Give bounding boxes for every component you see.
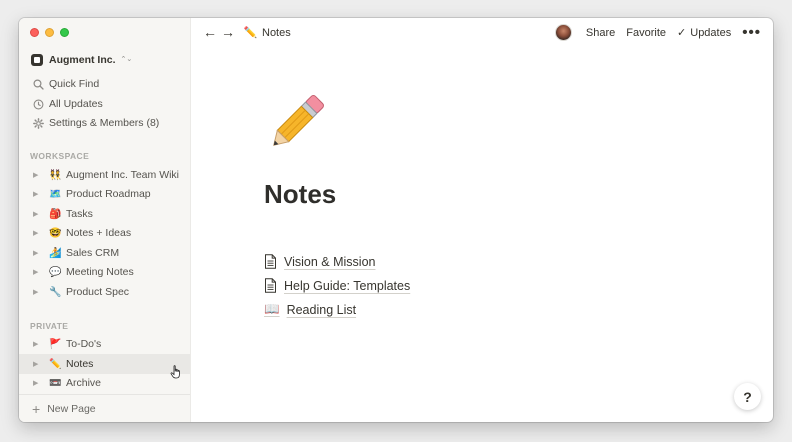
workspace-switcher[interactable]: Augment Inc. ⌃⌄ <box>31 54 132 66</box>
expand-triangle-icon[interactable]: ▶ <box>33 360 43 368</box>
child-page-label: Vision & Mission <box>284 254 376 269</box>
sidebar-page-meeting-notes[interactable]: ▶ 💬 Meeting Notes <box>19 262 190 282</box>
wrench-icon: 🔧 <box>49 286 62 298</box>
sidebar-page-notes-ideas[interactable]: ▶ 🤓 Notes + Ideas <box>19 223 190 243</box>
sidebar-page-archive[interactable]: ▶ 📼 Archive <box>19 373 190 393</box>
expand-triangle-icon[interactable]: ▶ <box>33 249 43 257</box>
pencil-icon[interactable] <box>263 92 327 156</box>
document-icon <box>265 278 276 293</box>
speech-bubble-icon: 💬 <box>49 266 62 278</box>
forward-arrow-icon[interactable]: → <box>221 25 235 39</box>
updates-label: Updates <box>690 26 732 39</box>
plus-icon: + <box>32 400 41 417</box>
sidebar-page-label: Augment Inc. Team Wiki <box>66 169 180 181</box>
document-icon <box>265 254 276 269</box>
close-window-button[interactable] <box>30 28 39 37</box>
checkmark-icon: ✓ <box>677 27 687 39</box>
workspace-name: Augment Inc. <box>49 54 116 66</box>
sidebar-page-team-wiki[interactable]: ▶ 👯 Augment Inc. Team Wiki <box>19 165 190 185</box>
sidebar-page-product-spec[interactable]: ▶ 🔧 Product Spec <box>19 282 190 302</box>
sidebar-page-label: Meeting Notes <box>66 266 134 278</box>
sidebar-page-label: Archive <box>66 377 102 389</box>
hand-cursor-icon <box>170 365 180 379</box>
sidebar-page-label: Tasks <box>66 208 93 220</box>
sidebar-page-product-roadmap[interactable]: ▶ 🗺️ Product Roadmap <box>19 184 190 204</box>
private-section-label: PRIVATE <box>30 321 69 331</box>
child-page-vision-mission[interactable]: Vision & Mission <box>264 254 375 269</box>
avatar[interactable] <box>554 24 572 41</box>
settings-members-button[interactable]: Settings & Members (8) <box>19 113 190 133</box>
gear-icon <box>32 117 44 129</box>
expand-triangle-icon[interactable]: ▶ <box>33 210 43 218</box>
nerd-face-icon: 🤓 <box>49 227 62 239</box>
sidebar-page-label: Sales CRM <box>66 247 120 259</box>
sidebar-page-label: To-Do's <box>66 338 102 350</box>
child-page-label: Reading List <box>286 302 357 317</box>
open-book-icon: 📖 <box>264 302 280 316</box>
settings-members-label: Settings & Members (8) <box>49 117 160 129</box>
main-content: ← → ✏️ Notes Share Favorite ✓ Updates ••… <box>191 18 773 422</box>
pencil-icon: ✏️ <box>49 358 62 370</box>
search-icon <box>32 78 44 90</box>
sidebar-page-notes[interactable]: ▶ ✏️ Notes <box>19 354 190 374</box>
map-icon: 🗺️ <box>49 188 62 200</box>
sidebar-page-label: Product Roadmap <box>66 188 151 200</box>
minimize-window-button[interactable] <box>45 28 54 37</box>
sidebar: Augment Inc. ⌃⌄ Quick Find All Updates S… <box>19 18 191 422</box>
sidebar-page-todos[interactable]: ▶ 🚩 To-Do's <box>19 334 190 354</box>
expand-triangle-icon[interactable]: ▶ <box>33 171 43 179</box>
pencil-icon: ✏️ <box>243 27 258 39</box>
videocassette-icon: 📼 <box>49 377 62 389</box>
chevron-updown-icon: ⌃⌄ <box>120 56 133 63</box>
sidebar-page-label: Product Spec <box>66 286 130 298</box>
expand-triangle-icon[interactable]: ▶ <box>33 340 43 348</box>
zoom-window-button[interactable] <box>60 28 69 37</box>
expand-triangle-icon[interactable]: ▶ <box>33 268 43 276</box>
workspace-section-label: WORKSPACE <box>30 151 90 161</box>
updates-button[interactable]: ✓ Updates <box>677 26 732 40</box>
sidebar-page-label: Notes <box>66 358 94 370</box>
more-options-icon[interactable]: ••• <box>742 25 761 40</box>
child-page-label: Help Guide: Templates <box>284 278 411 293</box>
clock-icon <box>32 99 44 110</box>
all-updates-label: All Updates <box>49 98 103 110</box>
favorite-button[interactable]: Favorite <box>626 27 666 39</box>
backpack-icon: 🎒 <box>49 208 62 220</box>
red-flag-icon: 🚩 <box>49 338 62 350</box>
quick-find-label: Quick Find <box>49 78 100 90</box>
help-button[interactable]: ? <box>734 383 761 410</box>
workspace-logo-icon <box>31 54 43 66</box>
new-page-label: New Page <box>47 402 96 415</box>
back-arrow-icon[interactable]: ← <box>203 25 217 39</box>
share-button[interactable]: Share <box>586 27 615 39</box>
dancers-icon: 👯 <box>49 169 62 181</box>
new-page-button[interactable]: + New Page <box>19 394 190 422</box>
surfer-icon: 🏄 <box>49 247 62 259</box>
app-window: Augment Inc. ⌃⌄ Quick Find All Updates S… <box>19 18 773 422</box>
top-actions: Share Favorite ✓ Updates ••• <box>554 24 761 41</box>
sidebar-page-sales-crm[interactable]: ▶ 🏄 Sales CRM <box>19 243 190 263</box>
child-page-reading-list[interactable]: 📖 Reading List <box>264 302 356 317</box>
sidebar-page-label: Notes + Ideas <box>66 227 132 239</box>
breadcrumb[interactable]: ✏️ Notes <box>243 26 291 40</box>
expand-triangle-icon[interactable]: ▶ <box>33 190 43 198</box>
page-title[interactable]: Notes <box>264 179 336 210</box>
top-bar: ← → ✏️ Notes Share Favorite ✓ Updates ••… <box>191 18 773 48</box>
breadcrumb-label: Notes <box>262 26 291 39</box>
window-controls <box>30 28 69 37</box>
all-updates-button[interactable]: All Updates <box>19 94 190 114</box>
expand-triangle-icon[interactable]: ▶ <box>33 229 43 237</box>
expand-triangle-icon[interactable]: ▶ <box>33 379 43 387</box>
expand-triangle-icon[interactable]: ▶ <box>33 288 43 296</box>
sidebar-page-tasks[interactable]: ▶ 🎒 Tasks <box>19 204 190 224</box>
child-page-help-guide[interactable]: Help Guide: Templates <box>264 278 410 293</box>
quick-find-button[interactable]: Quick Find <box>19 74 190 94</box>
